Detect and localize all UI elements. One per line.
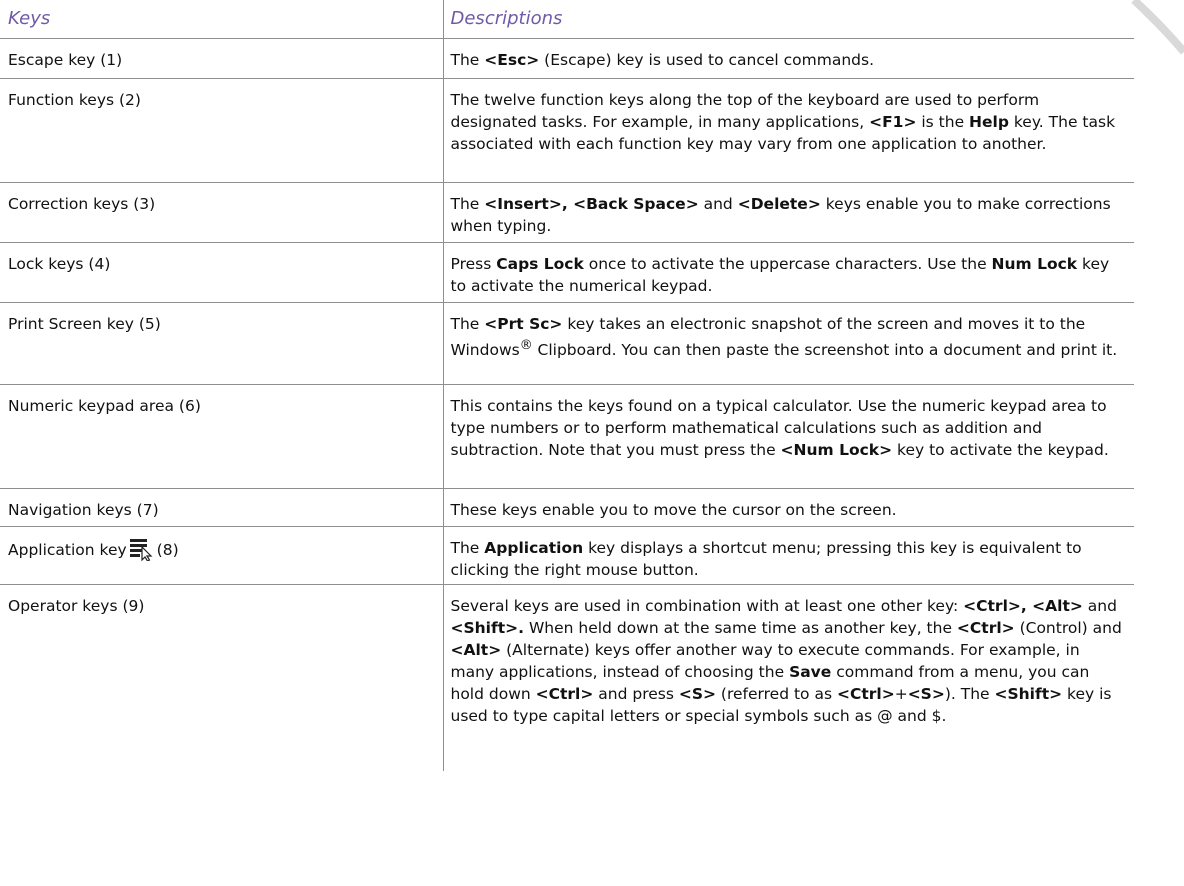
key-label: <Alt> [450, 641, 502, 659]
key-label: Help [969, 113, 1009, 131]
description-text: (Escape) key is used to cancel commands. [539, 51, 875, 69]
key-name: Operator keys (9) [8, 597, 145, 615]
description-text: and [1082, 597, 1117, 615]
description-text: (referred to as [716, 685, 837, 703]
description-cell: The <Prt Sc> key takes an electronic sna… [443, 302, 1134, 385]
description-cell: The <Insert>, <Back Space> and <Delete> … [443, 182, 1134, 243]
description-text: and press [593, 685, 679, 703]
table-row: Correction keys (3) The <Insert>, <Back S… [0, 182, 1134, 243]
key-cell: Function keys (2) [0, 78, 444, 183]
key-label: <Delete> [737, 195, 821, 213]
description-cell: The twelve function keys along the top o… [443, 78, 1134, 183]
key-number: (8) [156, 541, 179, 559]
key-cell: Numeric keypad area (6) [0, 384, 444, 489]
description-text: ). The [944, 685, 995, 703]
table-row: Application key (8) The Application key di… [0, 526, 1134, 585]
application-menu-key-icon [129, 537, 153, 561]
description-text: The [450, 195, 485, 213]
key-cell: Escape key (1) [0, 38, 444, 79]
key-name: Correction keys (3) [8, 195, 156, 213]
header-descriptions: Descriptions [443, 0, 1134, 39]
table-row: Escape key (1) The <Esc> (Escape) key is … [0, 38, 1134, 79]
description-text: once to activate the uppercase character… [583, 255, 992, 273]
key-label: <Ctrl> [956, 619, 1015, 637]
table-row: Print Screen key (5) The <Prt Sc> key tak… [0, 302, 1134, 385]
key-label: <Shift> [994, 685, 1063, 703]
key-cell: Navigation keys (7) [0, 488, 444, 527]
keys-table: Keys Descriptions Escape key (1) The <Esc… [0, 0, 1134, 771]
table-body: Escape key (1) The <Esc> (Escape) key is … [0, 38, 1134, 771]
key-name: Escape key (1) [8, 51, 123, 69]
description-text: (Control) and [1014, 619, 1122, 637]
description-text: and [698, 195, 738, 213]
description-text: When held down at the same time as anoth… [524, 619, 957, 637]
key-label: Num Lock [991, 255, 1078, 273]
description-cell: Several keys are used in combination wit… [443, 585, 1134, 771]
description-cell: The <Esc> (Escape) key is used to cancel… [443, 38, 1134, 79]
table-row: Navigation keys (7) These keys enable you… [0, 488, 1134, 527]
description-text: The [450, 51, 485, 69]
description-cell: These keys enable you to move the cursor… [443, 488, 1134, 527]
table-row: Function keys (2) The twelve function key… [0, 78, 1134, 183]
key-label: <Ctrl> [836, 685, 895, 703]
description-cell: The Application key displays a shortcut … [443, 526, 1134, 585]
key-label: <S> [907, 685, 945, 703]
description-text: + [894, 685, 908, 703]
description-cell: Press Caps Lock once to activate the upp… [443, 242, 1134, 303]
key-cell: Operator keys (9) [0, 584, 444, 771]
description-text: Press [450, 255, 497, 273]
key-label: Save [789, 663, 832, 681]
key-cell: Lock keys (4) [0, 242, 444, 303]
description-text: is the [916, 113, 970, 131]
key-name: Lock keys (4) [8, 255, 111, 273]
key-label: <S> [678, 685, 716, 703]
key-label: <Prt Sc> [484, 315, 563, 333]
key-name: Print Screen key (5) [8, 315, 161, 333]
description-text: The [450, 539, 485, 557]
key-name: Numeric keypad area (6) [8, 397, 201, 415]
table-row: Numeric keypad area (6) This contains the… [0, 384, 1134, 489]
key-cell: Correction keys (3) [0, 182, 444, 243]
description-text: Clipboard. You can then paste the screen… [532, 341, 1118, 360]
key-label: <Ctrl> [535, 685, 594, 703]
description-text: key to activate the keypad. [892, 441, 1109, 459]
key-label: <F1> [869, 113, 917, 131]
description-text: The [450, 315, 485, 333]
key-name: Navigation keys (7) [8, 501, 159, 519]
key-label: <Esc> [484, 51, 540, 69]
description-text: Several keys are used in combination wit… [450, 597, 964, 615]
description-text: These keys enable you to move the cursor… [450, 501, 897, 519]
key-label: Caps Lock [496, 255, 584, 273]
key-label: Application [484, 539, 584, 557]
key-cell: Print Screen key (5) [0, 302, 444, 385]
description-cell: This contains the keys found on a typica… [443, 384, 1134, 489]
table-row: Lock keys (4) Press Caps Lock once to act… [0, 242, 1134, 303]
key-name: Application key [8, 541, 127, 559]
header-keys: Keys [0, 0, 444, 39]
key-cell: Application key (8) [0, 526, 444, 585]
key-name: Function keys (2) [8, 91, 141, 109]
registered-mark: ® [519, 338, 533, 353]
table-header-row: Keys Descriptions [0, 0, 1134, 39]
key-label: <Num Lock> [780, 441, 893, 459]
key-label: <Shift>. [450, 619, 525, 637]
key-label: <Insert>, <Back Space> [484, 195, 699, 213]
table-row: Operator keys (9) Several keys are used i… [0, 584, 1134, 771]
key-label: <Ctrl>, <Alt> [963, 597, 1083, 615]
